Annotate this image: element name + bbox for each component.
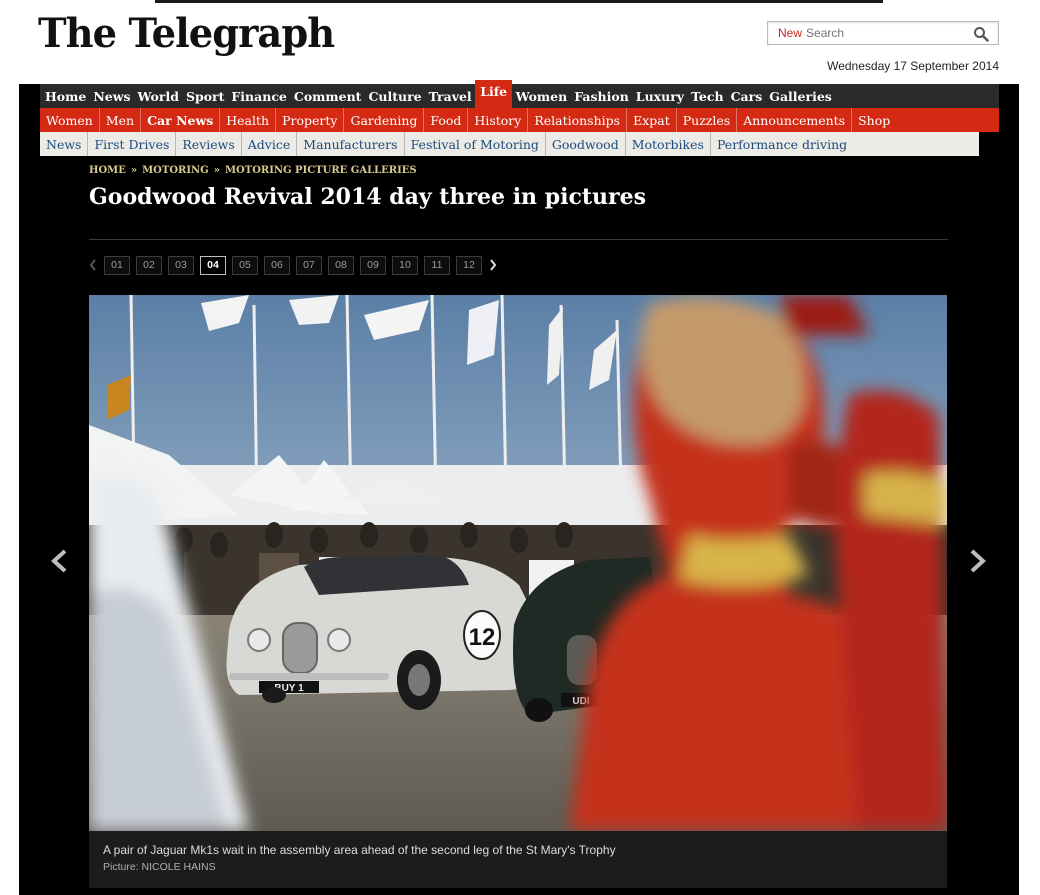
nav-home[interactable]: Home	[40, 84, 90, 108]
breadcrumb: HOME » MOTORING » MOTORING PICTURE GALLE…	[89, 165, 417, 176]
page-07[interactable]: 07	[296, 255, 322, 275]
breadcrumb-galleries[interactable]: MOTORING PICTURE GALLERIES	[225, 165, 417, 176]
section-performance-driving[interactable]: Performance driving	[711, 132, 853, 156]
page-05[interactable]: 05	[232, 255, 258, 275]
nav-life[interactable]: Life	[475, 80, 513, 108]
primary-nav: Home News World Sport Finance Comment Cu…	[40, 80, 999, 108]
page-title: Goodwood Revival 2014 day three in pictu…	[89, 184, 646, 210]
section-first-drives[interactable]: First Drives	[88, 132, 177, 156]
page-03[interactable]: 03	[168, 255, 194, 275]
subnav-property[interactable]: Property	[276, 108, 345, 132]
section-goodwood[interactable]: Goodwood	[546, 132, 626, 156]
breadcrumb-home[interactable]: HOME	[89, 165, 126, 176]
page-02[interactable]: 02	[136, 255, 162, 275]
subnav-expat[interactable]: Expat	[627, 108, 677, 132]
page-01[interactable]: 01	[104, 255, 130, 275]
subnav-health[interactable]: Health	[220, 108, 277, 132]
race-number: 12	[469, 624, 496, 651]
subnav-puzzles[interactable]: Puzzles	[677, 108, 738, 132]
nav-women[interactable]: Women	[512, 84, 571, 108]
page-08[interactable]: 08	[328, 255, 354, 275]
nav-news[interactable]: News	[90, 84, 134, 108]
section-motorbikes[interactable]: Motorbikes	[626, 132, 711, 156]
subnav-women[interactable]: Women	[40, 108, 100, 132]
nav-sport[interactable]: Sport	[182, 84, 227, 108]
section-manufacturers[interactable]: Manufacturers	[297, 132, 405, 156]
subnav-shop[interactable]: Shop	[852, 108, 896, 132]
nav-comment[interactable]: Comment	[290, 84, 365, 108]
gallery-pager: 01 02 03 04 05 06 07 08 09 10 11 12	[88, 255, 498, 275]
search-new-label: New	[778, 26, 803, 40]
chevron-left-large-icon[interactable]	[48, 548, 70, 574]
masthead-logo[interactable]: The Telegraph	[38, 10, 335, 57]
page-10[interactable]: 10	[392, 255, 418, 275]
page-12[interactable]: 12	[456, 255, 482, 275]
nav-galleries[interactable]: Galleries	[766, 84, 836, 108]
chevron-left-icon[interactable]	[88, 255, 98, 275]
nav-world[interactable]: World	[134, 84, 182, 108]
caption-text: A pair of Jaguar Mk1s wait in the assemb…	[103, 843, 616, 857]
photo-scene: 12 BUY 1 UDI	[89, 295, 947, 831]
nav-luxury[interactable]: Luxury	[632, 84, 687, 108]
nav-tech[interactable]: Tech	[688, 84, 728, 108]
top-strip	[155, 0, 883, 3]
section-festival-of-motoring[interactable]: Festival of Motoring	[405, 132, 546, 156]
nav-travel[interactable]: Travel	[425, 84, 475, 108]
chevron-right-large-icon[interactable]	[967, 548, 989, 574]
chevron-right-icon[interactable]	[488, 255, 498, 275]
photo-credit: Picture: NICOLE HAINS	[103, 861, 216, 873]
section-news[interactable]: News	[40, 132, 89, 156]
gallery-photo[interactable]: 12 BUY 1 UDI	[89, 295, 947, 831]
nav-cars[interactable]: Cars	[727, 84, 766, 108]
page-09[interactable]: 09	[360, 255, 386, 275]
page-11[interactable]: 11	[424, 255, 450, 275]
subnav-men[interactable]: Men	[100, 108, 142, 132]
page-06[interactable]: 06	[264, 255, 290, 275]
title-divider	[89, 239, 948, 240]
page-04[interactable]: 04	[200, 255, 226, 275]
photo-caption: A pair of Jaguar Mk1s wait in the assemb…	[89, 831, 947, 888]
current-date: Wednesday 17 September 2014	[827, 59, 999, 73]
breadcrumb-separator: »	[130, 165, 138, 176]
subnav-food[interactable]: Food	[424, 108, 469, 132]
search-box[interactable]: New	[767, 21, 999, 45]
search-input[interactable]	[806, 26, 967, 40]
silver-jaguar: 12 BUY 1	[226, 555, 539, 710]
section-nav: News First Drives Reviews Advice Manufac…	[40, 132, 979, 156]
nav-culture[interactable]: Culture	[365, 84, 425, 108]
subnav-relationships[interactable]: Relationships	[528, 108, 628, 132]
subnav-announcements[interactable]: Announcements	[737, 108, 853, 132]
nav-finance[interactable]: Finance	[228, 84, 290, 108]
subnav-history[interactable]: History	[468, 108, 529, 132]
secondary-nav: Women Men Car News Health Property Garde…	[40, 108, 999, 132]
breadcrumb-motoring[interactable]: MOTORING	[142, 165, 209, 176]
breadcrumb-separator: »	[213, 165, 220, 176]
section-advice[interactable]: Advice	[242, 132, 298, 156]
nav-fashion[interactable]: Fashion	[571, 84, 633, 108]
subnav-gardening[interactable]: Gardening	[344, 108, 425, 132]
section-reviews[interactable]: Reviews	[176, 132, 242, 156]
subnav-car-news[interactable]: Car News	[141, 108, 221, 132]
magnifier-icon[interactable]	[973, 26, 989, 42]
